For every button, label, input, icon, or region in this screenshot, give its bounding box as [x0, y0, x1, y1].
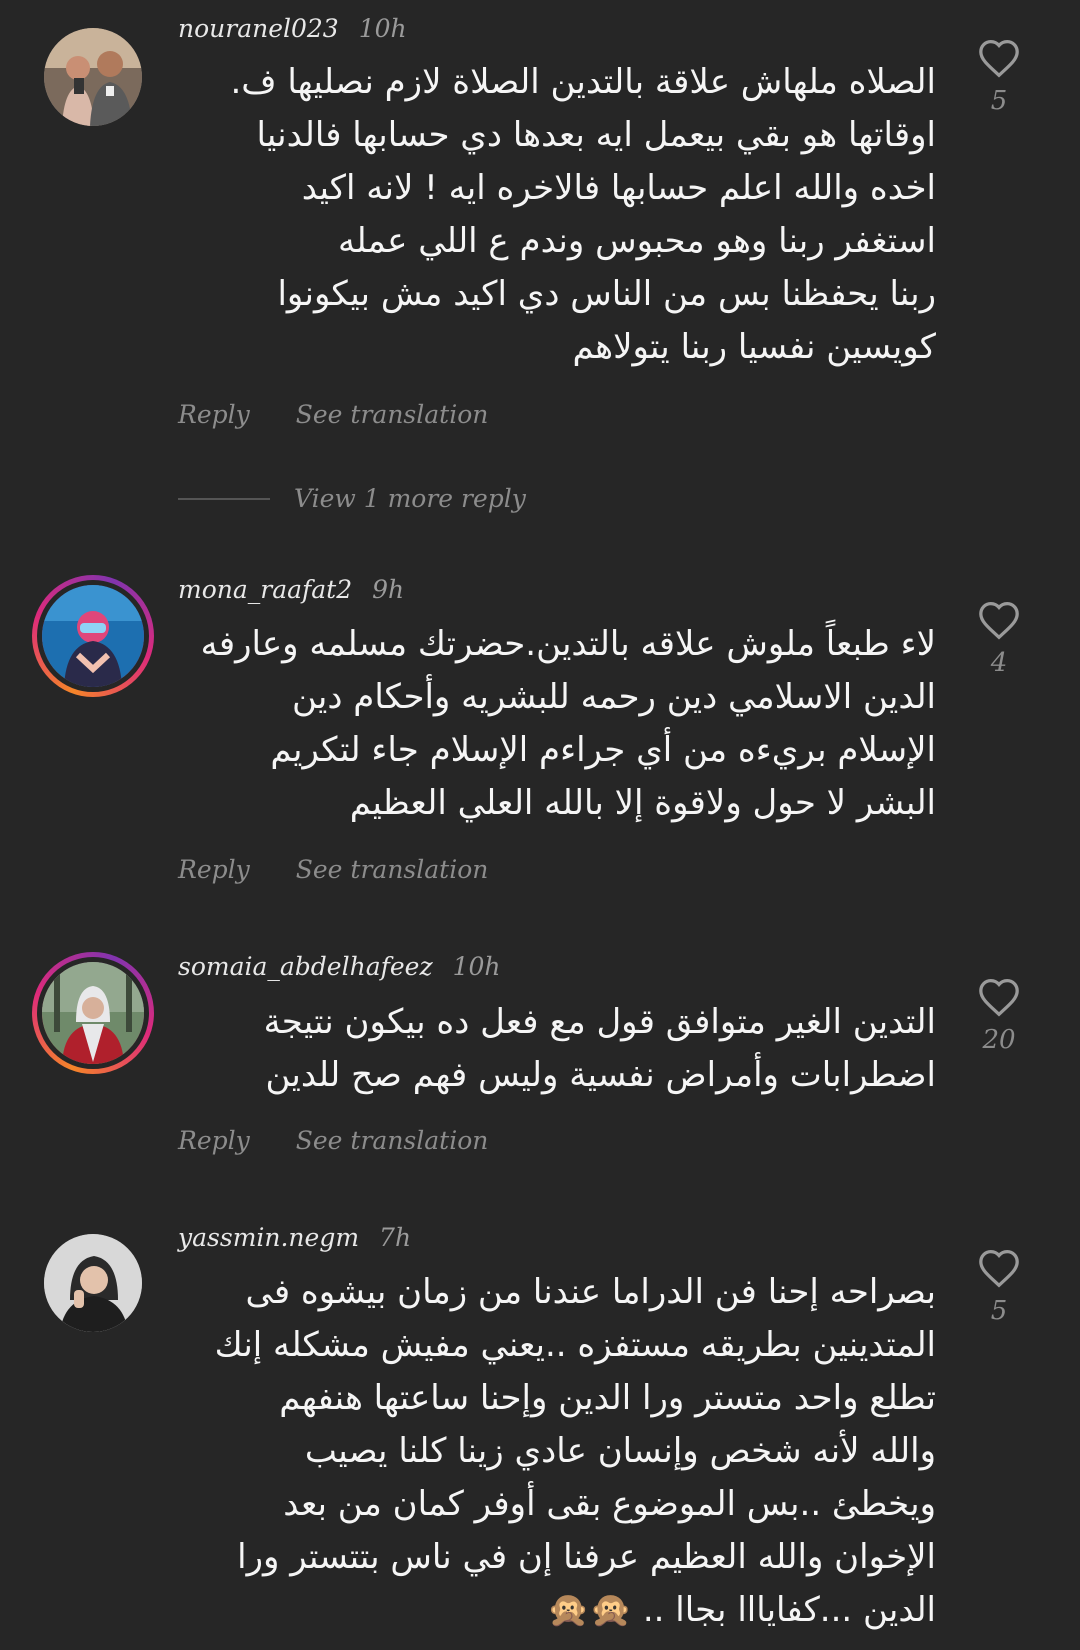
view-more-replies[interactable]: View 1 more reply	[178, 484, 526, 513]
comment-line: الإخوان والله العظيم عرفنا إن في ناس بتت…	[237, 1537, 936, 1577]
reply-button[interactable]: Reply	[178, 400, 250, 429]
like-control: 5	[976, 38, 1022, 116]
avatar[interactable]	[44, 28, 142, 126]
heart-icon[interactable]	[977, 1248, 1021, 1288]
comment-line: اضطرابات وأمراض نفسية وليس فهم صح للدين	[265, 1055, 936, 1095]
comment-line: والله لأنه شخص وإنسان عادي زينا كلنا يصي…	[304, 1431, 936, 1471]
like-control: 5	[976, 1248, 1022, 1326]
comment-line: الصلاه ملهاش علاقة بالتدين الصلاة لازم ن…	[230, 62, 936, 102]
heart-icon[interactable]	[977, 977, 1021, 1017]
username[interactable]: nouranel023	[178, 14, 339, 43]
comment-line: اخده والله اعلم حسابها فالاخره ايه ! لان…	[301, 168, 936, 208]
comment-text: التدين الغير متوافق قول مع فعل ده بيكون …	[176, 996, 936, 1102]
divider	[178, 497, 270, 500]
comment-meta: yassmin.negm 7h	[178, 1223, 411, 1252]
reply-button[interactable]: Reply	[178, 1126, 250, 1155]
comment-line: لاء طبعاً ملوش علاقه بالتدين.حضرتك مسلمه…	[200, 624, 936, 664]
like-count: 5	[990, 1296, 1008, 1326]
reply-button[interactable]: Reply	[178, 855, 250, 884]
view-more-label[interactable]: View 1 more reply	[294, 484, 526, 513]
timestamp: 9h	[372, 575, 405, 604]
avatar-story-ring[interactable]	[32, 575, 154, 697]
comment-text: بصراحه إحنا فن الدراما عندنا من زمان بيش…	[176, 1266, 936, 1637]
avatar	[37, 957, 149, 1069]
like-control: 4	[976, 600, 1022, 678]
like-count: 5	[990, 86, 1008, 116]
comment-line: ربنا يحفظنا بس من الناس دي اكيد مش بيكون…	[277, 274, 936, 314]
comment-line: التدين الغير متوافق قول مع فعل ده بيكون …	[263, 1002, 936, 1042]
like-count: 4	[990, 648, 1008, 678]
like-control: 20	[976, 977, 1022, 1055]
comment-line: البشر لا حول ولاقوة إلا بالله العلي العظ…	[349, 783, 936, 823]
comment-meta: somaia_abdelhafeez 10h	[178, 952, 501, 981]
comment-line: الدين ...كفايااا بجاا .. 🙊🙊	[547, 1590, 936, 1630]
avatar-story-ring[interactable]	[32, 952, 154, 1074]
comment-line: الدين الاسلامي دين رحمه للبشريه وأحكام د…	[291, 677, 936, 717]
comment-meta: mona_raafat2 9h	[178, 575, 404, 604]
timestamp: 10h	[452, 952, 501, 981]
comment-line: كويسين نفسيا ربنا يتولاهم	[572, 327, 936, 367]
comment-actions: Reply See translation	[178, 1126, 488, 1155]
timestamp: 10h	[358, 14, 407, 43]
like-count: 20	[982, 1025, 1016, 1055]
avatar[interactable]	[44, 1234, 142, 1332]
comment-line: اوقاتها هو بقي بيعمل ايه بعدها دي حسابها…	[256, 115, 936, 155]
heart-icon[interactable]	[977, 600, 1021, 640]
comment-meta: nouranel023 10h	[178, 14, 407, 43]
comment-text: لاء طبعاً ملوش علاقه بالتدين.حضرتك مسلمه…	[176, 618, 936, 830]
heart-icon[interactable]	[977, 38, 1021, 78]
username[interactable]: somaia_abdelhafeez	[178, 952, 433, 981]
comment-text: الصلاه ملهاش علاقة بالتدين الصلاة لازم ن…	[176, 56, 936, 374]
comment-actions: Reply See translation	[178, 400, 488, 429]
avatar	[37, 580, 149, 692]
comment-line: ويخطئ ..بس الموضوع بقى أوفر كمان من بعد	[283, 1484, 936, 1524]
comment-line: الإسلام بريءه من أي جراءم الإسلام جاء لت…	[270, 730, 936, 770]
username[interactable]: mona_raafat2	[178, 575, 352, 604]
comment-line: تطلع واحد متستر ورا الدين وإحنا ساعتها ه…	[279, 1378, 936, 1418]
comment-line: بصراحه إحنا فن الدراما عندنا من زمان بيش…	[245, 1272, 936, 1312]
comment-line: المتدينين بطريقه مستفزه ..يعني مفيش مشكل…	[214, 1325, 936, 1365]
comment-actions: Reply See translation	[178, 855, 488, 884]
see-translation-button[interactable]: See translation	[296, 400, 489, 429]
username[interactable]: yassmin.negm	[178, 1223, 359, 1252]
see-translation-button[interactable]: See translation	[296, 1126, 489, 1155]
comment-line: استغفر ربنا وهو محبوس وندم ع اللي عمله	[337, 221, 936, 261]
timestamp: 7h	[379, 1223, 412, 1252]
see-translation-button[interactable]: See translation	[296, 855, 489, 884]
